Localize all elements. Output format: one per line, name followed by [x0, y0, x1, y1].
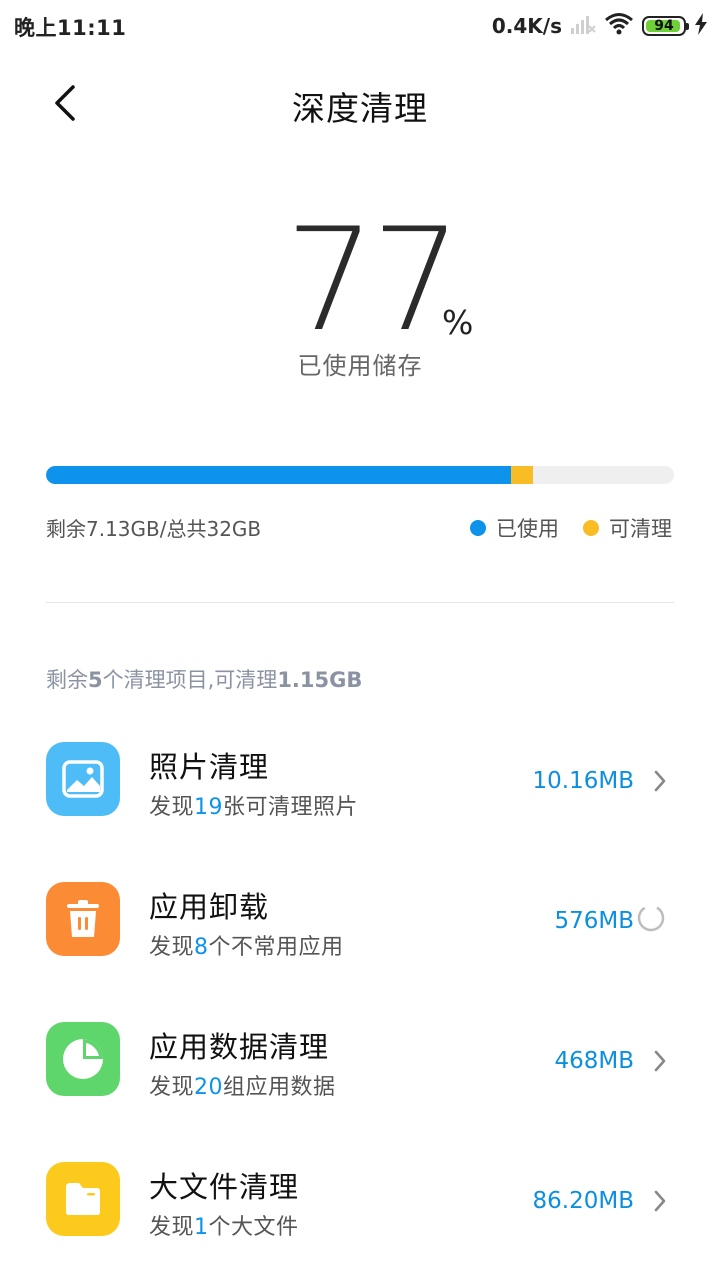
cleanup-item-app-data[interactable]: 应用数据清理 发现20组应用数据 468MB: [0, 1000, 720, 1140]
section-prefix: 剩余: [46, 668, 88, 692]
sub-count: 19: [194, 795, 224, 820]
network-speed: 0.4K/s: [491, 14, 562, 38]
cleanup-item-large-files[interactable]: 大文件清理 发现1个大文件 86.20MB: [0, 1140, 720, 1280]
storage-bar-cleanable: [510, 466, 534, 484]
usage-label: 已使用储存: [297, 352, 423, 380]
wifi-icon: [604, 12, 634, 40]
section-middle: 个清理项目,可清理: [102, 668, 278, 692]
pie-chart-icon: [46, 1022, 120, 1096]
chevron-right-icon: [648, 1046, 672, 1076]
legend-label-cleanable: 可清理: [609, 517, 672, 541]
item-subtitle: 发现20组应用数据: [149, 1069, 336, 1101]
item-subtitle: 发现19张可清理照片: [149, 789, 358, 821]
storage-summary: 剩余7.13GB/总共32GB: [46, 517, 262, 541]
chevron-right-icon: [648, 766, 672, 796]
folder-icon: [46, 1162, 120, 1236]
item-size: 86.20MB: [532, 1188, 634, 1214]
legend-used: 已使用: [470, 513, 559, 543]
divider: [46, 602, 674, 603]
sub-count: 1: [194, 1215, 209, 1240]
cleanup-item-photos[interactable]: 照片清理 发现19张可清理照片 10.16MB: [0, 720, 720, 860]
item-subtitle: 发现1个大文件: [149, 1209, 299, 1241]
legend-label-used: 已使用: [496, 517, 559, 541]
item-title: 应用卸载: [149, 890, 270, 924]
storage-bar-used: [46, 466, 511, 484]
item-subtitle: 发现8个不常用应用: [149, 929, 344, 961]
item-size: 468MB: [554, 1048, 634, 1074]
section-count: 5: [88, 668, 103, 692]
chevron-right-icon: [648, 1186, 672, 1216]
section-total: 1.15GB: [277, 668, 363, 692]
sub-prefix: 发现: [149, 1215, 195, 1240]
battery-level: 94: [654, 18, 674, 34]
section-header: 剩余5个清理项目,可清理1.15GB: [46, 664, 362, 694]
cleanup-item-uninstall[interactable]: 应用卸载 发现8个不常用应用 576MB: [0, 860, 720, 1000]
item-title: 大文件清理: [149, 1170, 300, 1204]
sub-suffix: 组应用数据: [223, 1075, 336, 1100]
status-indicators: 0.4K/s 94: [492, 12, 708, 40]
charging-icon: [694, 13, 708, 39]
cleanup-list: 照片清理 发现19张可清理照片 10.16MB 应用卸载 发现8个不常用应用 5…: [0, 720, 720, 1280]
usage-summary: 77 % 已使用储存: [0, 210, 720, 410]
item-title: 照片清理: [149, 750, 270, 784]
page-title: 深度清理: [292, 89, 428, 128]
status-bar: 晚上11:11 0.4K/s 94: [0, 0, 720, 52]
storage-legend: 已使用 可清理: [470, 513, 672, 543]
signal-icon: [570, 13, 596, 39]
loading-spinner-icon: [636, 903, 666, 933]
legend-dot-used: [470, 520, 486, 536]
storage-bar: [46, 466, 674, 484]
sub-prefix: 发现: [149, 795, 195, 820]
sub-prefix: 发现: [149, 935, 195, 960]
sub-suffix: 个大文件: [208, 1215, 299, 1240]
sub-suffix: 个不常用应用: [208, 935, 344, 960]
legend-dot-cleanable: [583, 520, 599, 536]
item-size: 10.16MB: [532, 768, 634, 794]
battery-icon: 94: [642, 16, 689, 36]
photo-icon: [46, 742, 120, 816]
legend-cleanable: 可清理: [583, 513, 672, 543]
item-size: 576MB: [554, 908, 634, 934]
status-time: 晚上11:11: [14, 16, 127, 40]
sub-prefix: 发现: [149, 1075, 195, 1100]
item-title: 应用数据清理: [149, 1030, 330, 1064]
usage-percent: 77: [285, 198, 462, 363]
trash-icon: [46, 882, 120, 956]
usage-unit: %: [442, 303, 474, 342]
sub-suffix: 张可清理照片: [223, 795, 359, 820]
sub-count: 20: [194, 1075, 224, 1100]
sub-count: 8: [194, 935, 209, 960]
